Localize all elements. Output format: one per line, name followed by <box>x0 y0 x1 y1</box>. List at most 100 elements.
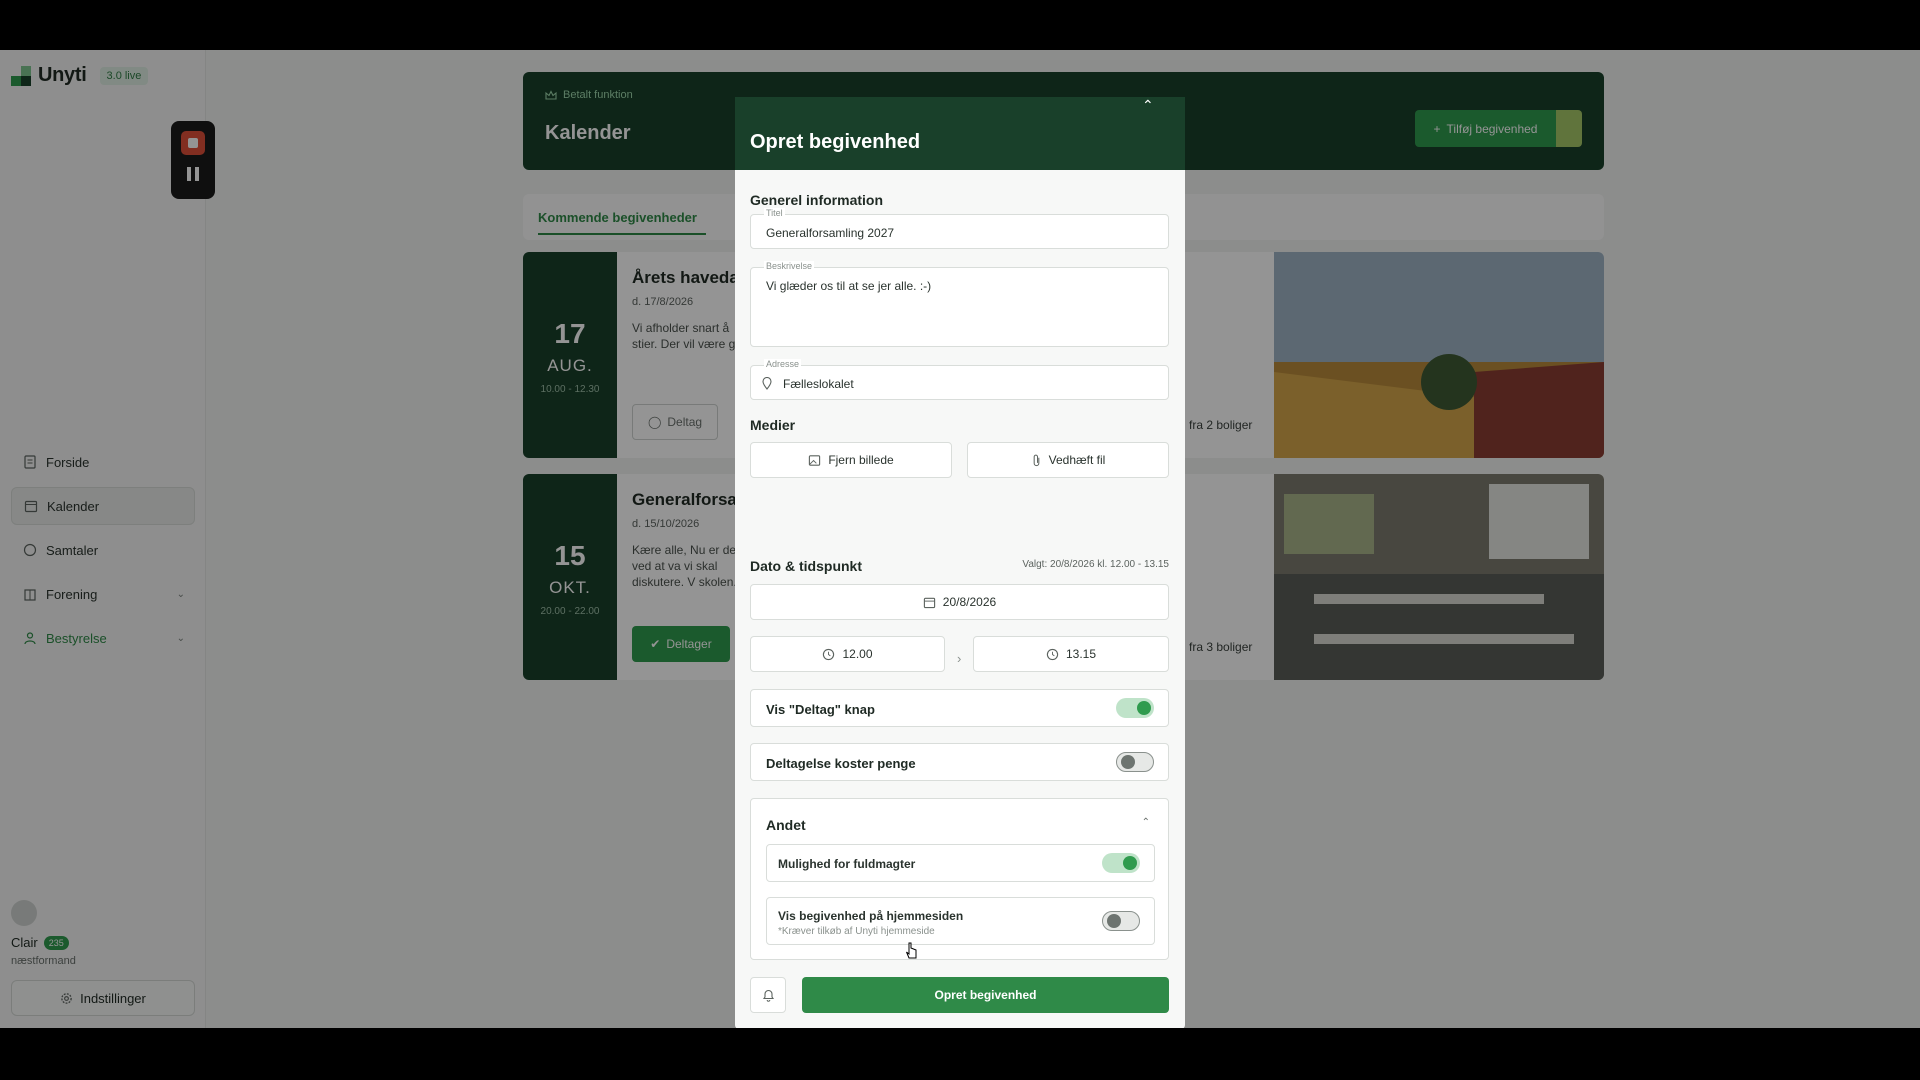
add-event-button[interactable]: + Tilføj begivenhed <box>1415 110 1556 147</box>
create-event-modal: Opret begivenhed ⌃ Generel information T… <box>735 97 1185 1028</box>
create-event-button[interactable]: Opret begivenhed <box>802 977 1169 1013</box>
gear-icon <box>61 992 72 1004</box>
users-icon <box>24 632 36 645</box>
brand-name: Unyti <box>38 64 87 86</box>
sidebar-item-bestyrelse[interactable]: Bestyrelse ⌄ <box>11 619 195 657</box>
event-day: 15 <box>554 540 586 571</box>
event-time: 20.00 - 22.00 <box>540 606 600 617</box>
proxies-toggle[interactable] <box>1102 853 1140 873</box>
show-participate-label: Vis "Deltag" knap <box>766 702 875 717</box>
chat-icon <box>23 543 37 557</box>
mouse-cursor-icon <box>906 942 917 959</box>
recording-widget <box>171 121 215 199</box>
costs-money-toggle-row: Deltagelse koster penge <box>750 743 1169 781</box>
chevron-down-icon: ⌄ <box>176 588 185 600</box>
building-icon <box>24 589 36 601</box>
date-value: 20/8/2026 <box>942 595 997 609</box>
notification-button[interactable] <box>750 977 786 1013</box>
participate-label: Deltag <box>667 415 703 429</box>
image-icon <box>809 454 821 466</box>
sidebar-item-label: Samtaler <box>46 542 99 558</box>
user-add-icon[interactable] <box>1556 110 1582 147</box>
sidebar-item-label: Kalender <box>47 498 100 514</box>
event-description: Kære alle, Nu er det ved at va vi skal d… <box>632 543 740 589</box>
costs-money-toggle[interactable] <box>1116 752 1154 772</box>
stop-recording-icon[interactable] <box>181 131 205 155</box>
title-field[interactable]: Titel Generalforsamling 2027 <box>750 208 1169 249</box>
event-title: Årets havedag <box>632 268 750 287</box>
other-section-title: Andet <box>766 817 806 833</box>
participant-count: fra 3 boliger <box>1189 640 1253 654</box>
sidebar-item-kalender[interactable]: Kalender <box>11 487 195 525</box>
brand[interactable]: Unyti 3.0 live <box>11 64 149 87</box>
event-image <box>1274 474 1604 680</box>
user-role: næstformand <box>11 955 76 967</box>
modal-title: Opret begivenhed <box>750 131 921 153</box>
settings-button[interactable]: Indstillinger <box>11 980 195 1016</box>
start-time-picker[interactable]: 12.00 <box>750 636 945 672</box>
sidebar-item-label: Forening <box>46 586 98 602</box>
event-date: d. 15/10/2026 <box>632 518 700 530</box>
participating-button[interactable]: ✔ Deltager <box>632 626 730 662</box>
event-image <box>1274 252 1604 458</box>
participate-button[interactable]: ◯ Deltag <box>632 404 718 440</box>
proxies-label: Mulighed for fuldmagter <box>778 857 916 871</box>
sidebar-item-forening[interactable]: Forening ⌄ <box>11 575 195 613</box>
sidebar-nav: Forside Kalender Samtaler Forening ⌄ Bes… <box>11 443 195 663</box>
event-month: AUG. <box>547 356 593 375</box>
costs-money-label: Deltagelse koster penge <box>766 756 916 771</box>
paid-feature-label: Betalt funktion <box>563 89 633 101</box>
sidebar-item-label: Bestyrelse <box>46 630 107 646</box>
paid-feature-tag: Betalt funktion <box>545 89 633 101</box>
event-date-block: 17 AUG. 10.00 - 12.30 <box>523 252 617 458</box>
pause-icon[interactable] <box>187 167 199 181</box>
address-field-label: Adresse <box>764 359 802 369</box>
section-general: Generel information <box>750 192 884 208</box>
chevron-down-icon: ⌄ <box>176 632 185 644</box>
start-time-value: 12.00 <box>842 647 873 661</box>
selected-datetime: Valgt: 20/8/2026 kl. 12.00 - 13.15 <box>1022 559 1169 570</box>
tab-upcoming[interactable]: Kommende begivenheder <box>538 210 697 225</box>
section-media: Medier <box>750 417 796 433</box>
event-time: 10.00 - 12.30 <box>540 384 600 395</box>
sidebar-item-samtaler[interactable]: Samtaler <box>11 531 195 569</box>
attach-file-label: Vedhæft fil <box>1048 453 1106 467</box>
chevron-up-icon[interactable]: ⌃ <box>1142 817 1150 828</box>
end-time-picker[interactable]: 13.15 <box>973 636 1169 672</box>
document-icon <box>24 455 36 469</box>
user-profile[interactable]: Clair 235 næstformand <box>11 900 76 967</box>
remove-image-button[interactable]: Fjern billede <box>750 442 952 478</box>
paperclip-icon <box>1033 454 1039 466</box>
show-participate-toggle[interactable] <box>1116 698 1154 718</box>
crown-icon <box>545 89 557 100</box>
remove-image-label: Fjern billede <box>828 453 894 467</box>
description-field-label: Beskrivelse <box>764 261 815 271</box>
address-field[interactable]: Adresse Fælleslokalet <box>750 359 1169 400</box>
avatar <box>11 900 37 926</box>
title-field-label: Titel <box>764 208 785 218</box>
description-field[interactable]: Beskrivelse Vi glæder os til at se jer a… <box>750 261 1169 347</box>
date-picker[interactable]: 20/8/2026 <box>750 584 1169 620</box>
plus-icon: + <box>1433 121 1441 136</box>
clock-icon <box>823 648 835 660</box>
unyti-logo-icon <box>11 65 31 86</box>
sidebar-item-forside[interactable]: Forside <box>11 443 195 481</box>
address-field-value: Fælleslokalet <box>783 377 854 391</box>
chevron-up-icon[interactable]: ⌃ <box>1142 97 1154 114</box>
participant-count: fra 2 boliger <box>1189 418 1253 432</box>
modal-header: Opret begivenhed ⌃ <box>735 97 1185 170</box>
website-note: *Kræver tilkøb af Unyti hjemmeside <box>778 926 935 937</box>
title-field-value: Generalforsamling 2027 <box>766 226 895 240</box>
user-name: Clair <box>11 935 38 950</box>
website-toggle[interactable] <box>1102 911 1140 931</box>
end-time-value: 13.15 <box>1065 647 1097 661</box>
location-pin-icon <box>762 377 772 390</box>
version-badge: 3.0 live <box>99 66 149 85</box>
calendar-icon <box>923 597 935 608</box>
section-datetime: Dato & tidspunkt <box>750 558 862 574</box>
participating-label: Deltager <box>666 637 712 651</box>
attach-file-button[interactable]: Vedhæft fil <box>967 442 1169 478</box>
website-label: Vis begivenhed på hjemmesiden <box>778 909 964 923</box>
event-date: d. 17/8/2026 <box>632 296 694 308</box>
event-day: 17 <box>554 318 586 349</box>
